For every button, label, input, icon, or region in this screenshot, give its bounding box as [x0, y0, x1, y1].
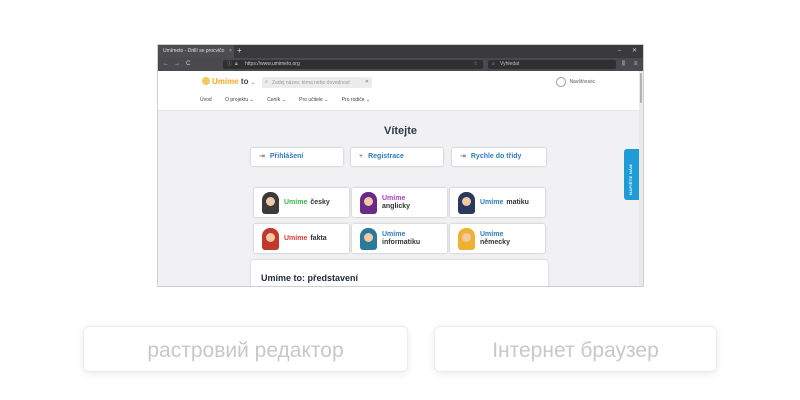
menu-item-about[interactable]: O projektu ⌄ — [225, 97, 254, 103]
subject-card-facts[interactable]: Umíme fakta — [254, 224, 349, 253]
answer-right-label: Інтернет браузер — [492, 339, 659, 362]
card-brand: Umíme — [480, 230, 504, 238]
close-tab-icon[interactable]: × — [229, 45, 232, 58]
clear-icon[interactable]: ✕ — [365, 77, 369, 88]
back-icon[interactable]: ← — [163, 58, 169, 71]
card-subject: česky — [310, 198, 330, 206]
avatar-informatics-icon — [360, 228, 377, 250]
browser-tab-bar: Umímeto - Drillí se procvičo × + – ✕ — [158, 45, 643, 58]
forward-icon[interactable]: → — [174, 58, 180, 71]
menu-icon[interactable]: ≡ — [634, 58, 638, 71]
site-search-input[interactable] — [262, 77, 372, 88]
page-scrollbar[interactable] — [639, 71, 643, 286]
card-text: Umíme informatiku — [382, 224, 420, 253]
intro-panel: Umíme to: představení — [251, 260, 548, 286]
quick-class-button-label: Rychle do třídy — [470, 153, 522, 160]
logo-to: to — [240, 77, 249, 86]
card-subject: informatiku — [382, 238, 421, 246]
logo-brand: Umíme — [212, 77, 239, 86]
url-text: https://www.umimeto.org — [245, 61, 300, 67]
card-text: Umíme matiku — [480, 188, 529, 217]
info-icon: ⓘ — [227, 61, 233, 67]
feedback-tab[interactable]: NAPIŠTE NÁM — [624, 149, 639, 200]
card-subject: německy — [480, 238, 510, 246]
card-brand: Umíme — [382, 230, 406, 238]
browser-search-bar[interactable]: ⌕ Vyhledat — [488, 60, 616, 69]
user-icon — [556, 76, 567, 87]
card-text: Umíme fakta — [284, 224, 327, 253]
library-icon[interactable]: ⫼ — [622, 58, 625, 71]
card-brand: Umíme — [382, 194, 406, 202]
subject-card-english[interactable]: Umíme anglicky — [352, 188, 447, 217]
minimize-icon[interactable]: – — [618, 45, 621, 58]
site-logo[interactable]: Umíme to ⌄ — [202, 77, 256, 86]
avatar-facts-icon — [262, 228, 279, 250]
answer-option-right[interactable]: Інтернет браузер — [434, 326, 717, 372]
avatar-czech-icon — [262, 192, 279, 214]
reload-icon[interactable]: C — [186, 58, 190, 71]
avatar-english-icon — [360, 192, 377, 214]
browser-screenshot: Umímeto - Drillí se procvičo × + – ✕ ← →… — [157, 44, 644, 287]
answer-left-label: растровий редактор — [147, 339, 344, 362]
feedback-label: NAPIŠTE NÁM — [628, 164, 633, 195]
login-label: Navštívuvic — [569, 79, 595, 85]
avatar-german-icon — [458, 228, 475, 250]
enter-class-icon: ⇥ — [460, 153, 466, 160]
subject-card-informatics[interactable]: Umíme informatiku — [352, 224, 447, 253]
avatar-math-icon — [458, 192, 475, 214]
card-text: Umíme česky — [284, 188, 330, 217]
card-subject: fakta — [310, 234, 327, 242]
browser-search-placeholder: Vyhledat — [500, 61, 520, 67]
bookmark-star-icon[interactable]: ☆ — [474, 60, 478, 69]
card-text: Umíme anglicky — [382, 188, 410, 217]
site-menu: Úvod O projektu ⌄ Ceník ⌄ Pro učitele ⌄ … — [200, 97, 382, 103]
site-header: Umíme to⌄ ⌕ ✕ Navštívuvic Úvod O projekt… — [158, 71, 643, 111]
card-brand: Umíme — [284, 234, 308, 242]
site-search-box: ⌕ ✕ — [262, 77, 372, 88]
browser-tab[interactable]: Umímeto - Drillí se procvičo × — [158, 45, 234, 58]
login-link[interactable]: Navštívuvic — [556, 76, 595, 88]
sign-in-icon: ⇥ — [259, 153, 265, 160]
window-close-icon[interactable]: ✕ — [632, 45, 637, 58]
card-text: Umíme německy — [480, 224, 510, 253]
search-icon: ⌕ — [492, 61, 495, 67]
subject-card-math[interactable]: Umíme matiku — [450, 188, 545, 217]
browser-tab-title: Umímeto - Drillí se procvičo — [163, 48, 225, 54]
menu-item-pricing[interactable]: Ceník ⌄ — [267, 97, 286, 103]
card-brand: Umíme — [480, 198, 504, 206]
menu-item-teachers[interactable]: Pro učitele ⌄ — [299, 97, 328, 103]
card-subject: anglicky — [382, 202, 411, 210]
browser-nav-bar: ← → C ⓘ 🔒︎ https://www.umimeto.org ☆ ⌕ V… — [158, 58, 643, 71]
login-button-label: Přihlášení — [269, 153, 304, 160]
subject-card-czech[interactable]: Umíme česky — [254, 188, 349, 217]
add-user-icon: + — [359, 153, 364, 160]
intro-title: Umíme to: představení — [261, 273, 359, 283]
register-button-label: Registrace — [368, 153, 404, 160]
menu-item-parents[interactable]: Pro rodiče ⌄ — [342, 97, 370, 103]
quick-class-button[interactable]: ⇥ Rychle do třídy — [452, 148, 546, 166]
new-tab-icon[interactable]: + — [237, 45, 242, 57]
chevron-down-icon: ⌄ — [250, 80, 256, 86]
logo-avatar-icon — [202, 77, 210, 85]
login-button[interactable]: ⇥ Přihlášení — [251, 148, 343, 166]
card-subject: matiku — [506, 198, 529, 206]
lock-icon: 🔒︎ — [235, 61, 238, 67]
url-bar[interactable]: ⓘ 🔒︎ https://www.umimeto.org ☆ — [223, 60, 483, 69]
scrollbar-thumb[interactable] — [640, 73, 642, 103]
menu-item-home[interactable]: Úvod — [200, 97, 212, 103]
welcome-heading: Vítejte — [383, 125, 417, 137]
register-button[interactable]: + Registrace — [351, 148, 443, 166]
answer-option-left[interactable]: растровий редактор — [83, 326, 408, 372]
card-brand: Umíme — [284, 198, 308, 206]
subject-card-german[interactable]: Umíme německy — [450, 224, 545, 253]
